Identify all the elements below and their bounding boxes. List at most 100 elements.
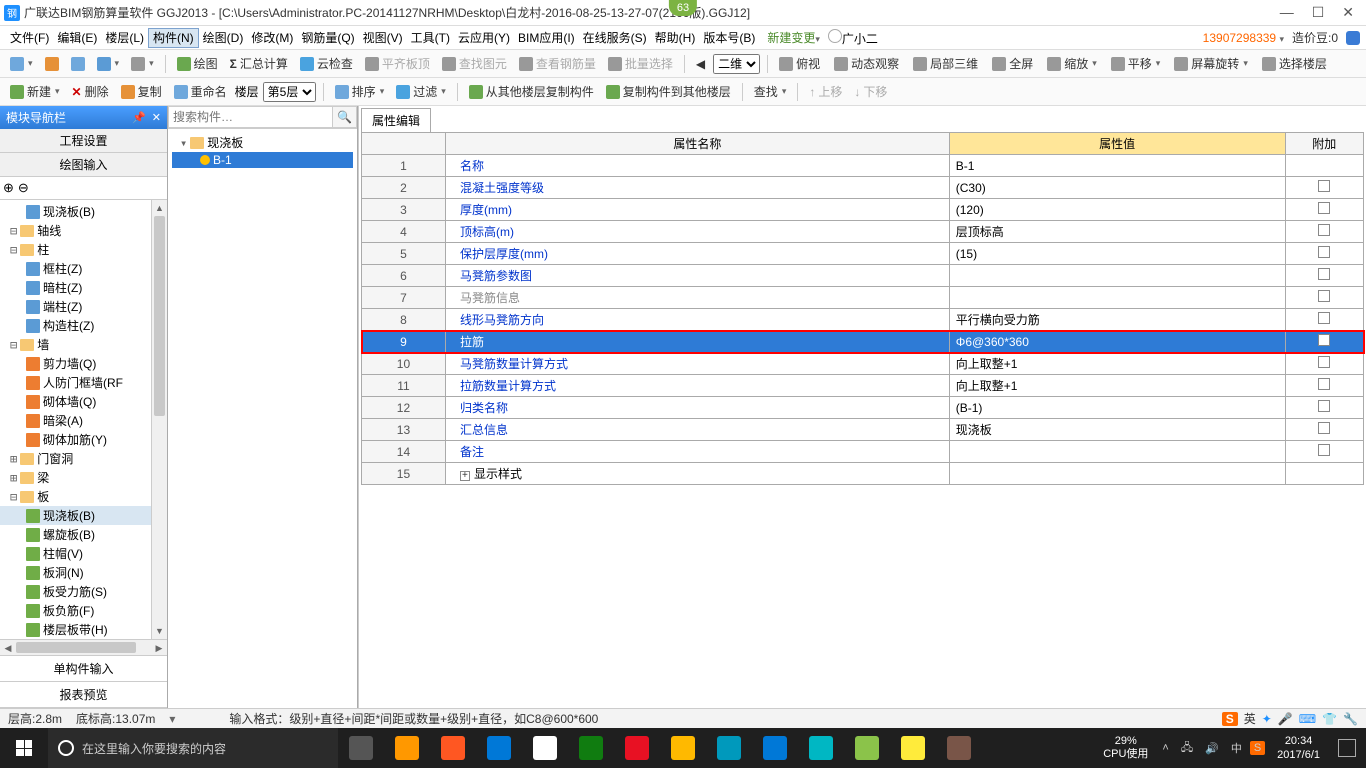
tree-item[interactable]: 砌体加筋(Y)	[0, 430, 151, 449]
tree-item[interactable]: 端柱(Z)	[0, 297, 151, 316]
view-prev-button[interactable]: ◀	[692, 55, 709, 73]
taskbar-app[interactable]	[890, 728, 936, 768]
tree-item[interactable]: 螺旋板(B)	[0, 525, 151, 544]
property-row[interactable]: 15+显示样式	[362, 463, 1364, 485]
find-button[interactable]: 查找	[750, 81, 791, 102]
attach-checkbox[interactable]	[1318, 422, 1330, 434]
property-row[interactable]: 13汇总信息现浇板	[362, 419, 1364, 441]
copy-to-floor-button[interactable]: 复制构件到其他楼层	[602, 81, 735, 102]
view-tool-button[interactable]: 局部三维	[909, 53, 982, 74]
view-tool-button[interactable]: 平移	[1107, 53, 1165, 74]
copy-from-floor-button[interactable]: 从其他楼层复制构件	[465, 81, 598, 102]
taskbar-app[interactable]	[522, 728, 568, 768]
property-row[interactable]: 11拉筋数量计算方式向上取整+1	[362, 375, 1364, 397]
property-value[interactable]: (B-1)	[949, 397, 1285, 419]
tree-item[interactable]: 砌体墙(Q)	[0, 392, 151, 411]
tray-expand-icon[interactable]: ˄	[1158, 742, 1172, 754]
undo-button[interactable]	[93, 55, 124, 73]
tree-item[interactable]: ⊞门窗洞	[0, 449, 151, 468]
floor-select[interactable]: 第5层	[263, 82, 316, 102]
menu-item[interactable]: 编辑(E)	[53, 29, 101, 47]
ime-opt1-icon[interactable]: ✦	[1262, 712, 1272, 726]
collapse-all-icon[interactable]: ⊖	[18, 180, 29, 196]
tray-notifications-icon[interactable]	[1338, 739, 1356, 757]
taskbar-app[interactable]	[614, 728, 660, 768]
tree-item[interactable]: 板受力筋(S)	[0, 582, 151, 601]
taskbar-app[interactable]	[476, 728, 522, 768]
close-button[interactable]: ✕	[1342, 4, 1354, 21]
taskbar-app[interactable]	[706, 728, 752, 768]
taskbar-search[interactable]: 在这里输入你要搜索的内容	[48, 728, 338, 768]
align-top-button[interactable]: 平齐板顶	[361, 53, 434, 74]
property-value[interactable]	[949, 287, 1285, 309]
tray-cpu[interactable]: 29% CPU使用	[1097, 735, 1154, 761]
property-value[interactable]: Φ6@360*360	[949, 331, 1285, 353]
copy-button[interactable]: 复制	[117, 81, 166, 102]
tree-item[interactable]: 现浇板(B)	[0, 506, 151, 525]
tree-item[interactable]: 现浇板(B)	[0, 202, 151, 221]
sort-button[interactable]: 排序	[331, 81, 389, 102]
menu-item[interactable]: 视图(V)	[359, 29, 407, 47]
user-id[interactable]: 13907298339 ▾	[1203, 31, 1284, 45]
taskbar-app[interactable]	[752, 728, 798, 768]
nav-report-preview[interactable]: 报表预览	[0, 682, 167, 708]
property-tab[interactable]: 属性编辑	[361, 108, 431, 132]
property-value[interactable]	[949, 441, 1285, 463]
view-tool-button[interactable]: 动态观察	[830, 53, 903, 74]
property-value[interactable]: (120)	[949, 199, 1285, 221]
tree-item[interactable]: 暗柱(Z)	[0, 278, 151, 297]
view-tool-button[interactable]: 缩放	[1043, 53, 1101, 74]
property-row[interactable]: 2混凝土强度等级(C30)	[362, 177, 1364, 199]
move-up-button[interactable]: ↑ 上移	[805, 81, 846, 102]
tree-item[interactable]: ⊟轴线	[0, 221, 151, 240]
user-small[interactable]: 广小二	[828, 29, 878, 47]
tree-item[interactable]: 暗梁(A)	[0, 411, 151, 430]
tree-item[interactable]: 板洞(N)	[0, 563, 151, 582]
property-row[interactable]: 5保护层厚度(mm)(15)	[362, 243, 1364, 265]
draw-button[interactable]: 绘图	[173, 53, 222, 74]
menu-item[interactable]: 钢筋量(Q)	[297, 29, 358, 47]
tree-item[interactable]: 剪力墙(Q)	[0, 354, 151, 373]
property-value[interactable]: B-1	[949, 155, 1285, 177]
attach-checkbox[interactable]	[1318, 246, 1330, 258]
property-value[interactable]: (15)	[949, 243, 1285, 265]
property-row[interactable]: 9拉筋Φ6@360*360	[362, 331, 1364, 353]
property-value[interactable]	[949, 265, 1285, 287]
taskbar-app[interactable]	[430, 728, 476, 768]
menu-item[interactable]: BIM应用(I)	[514, 29, 579, 47]
search-input[interactable]	[168, 106, 333, 128]
tree-item[interactable]: 楼层板带(H)	[0, 620, 151, 639]
property-row[interactable]: 1名称B-1	[362, 155, 1364, 177]
delete-button[interactable]: ✕ 删除	[68, 81, 113, 102]
property-value[interactable]: 向上取整+1	[949, 375, 1285, 397]
nav-scrollbar[interactable]: ▲▼	[151, 200, 167, 639]
attach-checkbox[interactable]	[1318, 312, 1330, 324]
property-row[interactable]: 10马凳筋数量计算方式向上取整+1	[362, 353, 1364, 375]
ime-brand-icon[interactable]: S	[1222, 712, 1238, 726]
menu-item[interactable]: 绘图(D)	[199, 29, 248, 47]
property-row[interactable]: 4顶标高(m)层顶标高	[362, 221, 1364, 243]
taskbar-app[interactable]	[338, 728, 384, 768]
tray-volume-icon[interactable]: 🔊	[1201, 742, 1223, 755]
new-file-button[interactable]	[6, 55, 37, 73]
property-row[interactable]: 12归类名称(B-1)	[362, 397, 1364, 419]
menu-item[interactable]: 文件(F)	[6, 29, 53, 47]
taskbar-app[interactable]	[936, 728, 982, 768]
status-dropdown-icon[interactable]: ▾	[169, 712, 175, 726]
menu-item[interactable]: 版本号(B)	[699, 29, 759, 47]
property-row[interactable]: 6马凳筋参数图	[362, 265, 1364, 287]
property-row[interactable]: 14备注	[362, 441, 1364, 463]
menu-item[interactable]: 工具(T)	[407, 29, 454, 47]
pin-icon[interactable]: 📌	[132, 111, 146, 124]
view-mode-select[interactable]: 二维	[713, 54, 760, 74]
property-value[interactable]: 平行横向受力筋	[949, 309, 1285, 331]
close-panel-icon[interactable]: ✕	[152, 111, 161, 124]
ime-keyboard-icon[interactable]: ⌨	[1299, 712, 1316, 726]
create-button[interactable]: 新建	[6, 81, 64, 102]
view-rebar-button[interactable]: 查看钢筋量	[515, 53, 600, 74]
nav-scrollbar-h[interactable]: ◀▶	[0, 639, 167, 655]
minimize-button[interactable]: —	[1280, 4, 1294, 21]
view-tool-button[interactable]: 屏幕旋转	[1170, 53, 1252, 74]
taskbar-app[interactable]	[844, 728, 890, 768]
menu-item[interactable]: 构件(N)	[148, 28, 199, 48]
